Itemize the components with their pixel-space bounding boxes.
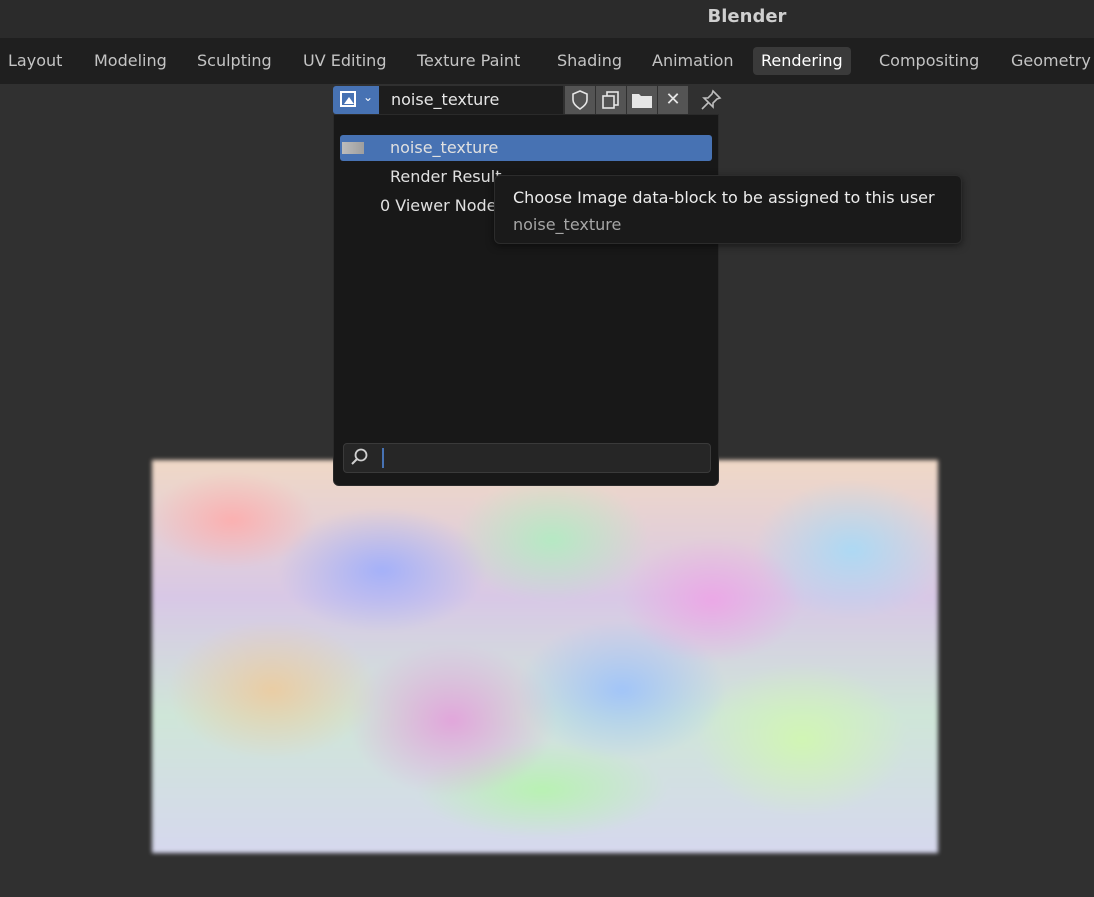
dropdown-item-noise-texture[interactable]: noise_texture	[340, 135, 712, 161]
chevron-down-icon: ⌄	[363, 90, 374, 104]
tab-modeling[interactable]: Modeling	[86, 47, 175, 75]
tab-rendering[interactable]: Rendering	[753, 47, 851, 75]
title-bar: Blender	[0, 0, 1094, 38]
workspace-tab-bar: Layout Modeling Sculpting UV Editing Tex…	[0, 38, 1094, 84]
open-image-button[interactable]	[627, 86, 657, 114]
tab-compositing[interactable]: Compositing	[871, 47, 987, 75]
folder-icon	[632, 94, 652, 108]
pin-icon	[701, 89, 722, 110]
tooltip-subtitle: noise_texture	[513, 215, 622, 234]
text-caret	[382, 448, 384, 468]
shield-icon	[572, 90, 588, 110]
pin-button[interactable]	[697, 86, 725, 114]
dropdown-item-label: Render Result	[390, 167, 502, 186]
unlink-button[interactable]: ✕	[658, 86, 688, 114]
dropdown-item-label: noise_texture	[390, 138, 499, 157]
fake-user-button[interactable]	[565, 86, 595, 114]
duplicate-icon	[602, 91, 619, 109]
tooltip: Choose Image data-block to be assigned t…	[494, 175, 962, 244]
tab-animation[interactable]: Animation	[644, 47, 742, 75]
image-icon	[340, 91, 356, 107]
search-icon	[351, 448, 368, 465]
image-name-field[interactable]: noise_texture	[379, 86, 563, 114]
dropdown-item-label: 0 Viewer Node	[380, 196, 497, 215]
close-icon: ✕	[665, 89, 681, 110]
tooltip-title: Choose Image data-block to be assigned t…	[513, 188, 935, 207]
image-browse-button[interactable]: ⌄	[333, 86, 379, 114]
image-dropdown-menu: noise_texture Render Result 0 Viewer Nod…	[333, 114, 719, 486]
tab-shading[interactable]: Shading	[549, 47, 630, 75]
duplicate-button[interactable]	[596, 86, 626, 114]
tab-sculpting[interactable]: Sculpting	[189, 47, 280, 75]
app-title: Blender	[707, 6, 787, 27]
image-picker-header: ⌄ noise_texture ✕	[333, 86, 725, 114]
tab-geometry[interactable]: Geometry	[1003, 47, 1094, 75]
image-thumbnail	[342, 142, 364, 154]
tab-uv-editing[interactable]: UV Editing	[295, 47, 394, 75]
tab-layout[interactable]: Layout	[0, 47, 70, 75]
search-field[interactable]	[343, 443, 711, 473]
tab-texture-paint[interactable]: Texture Paint	[409, 47, 528, 75]
search-input[interactable]	[386, 446, 700, 472]
image-preview	[152, 460, 938, 853]
